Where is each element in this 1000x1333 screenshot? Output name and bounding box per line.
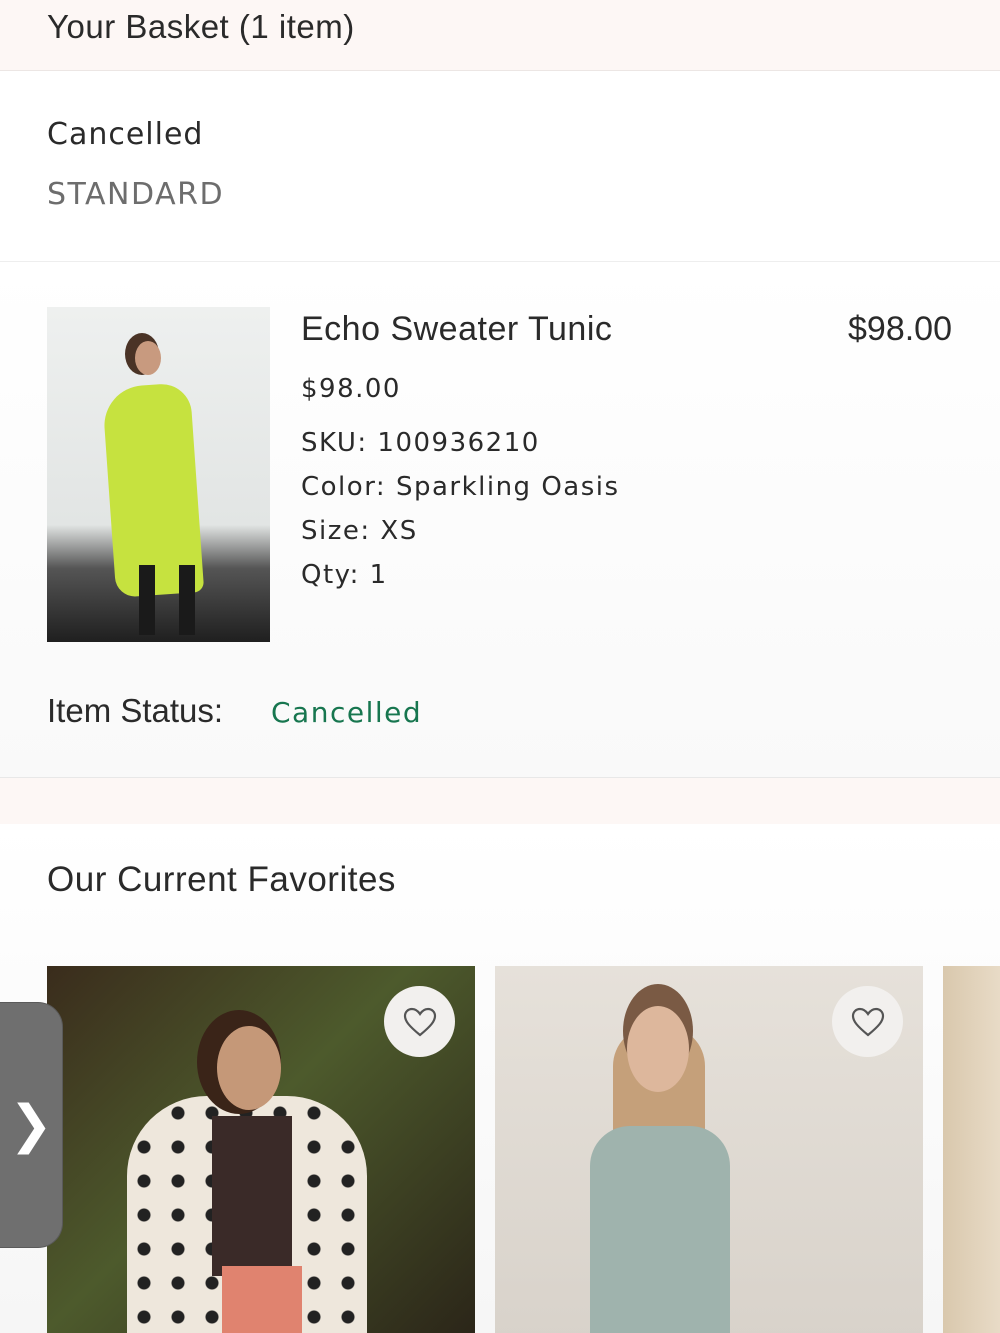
model-shorts (222, 1266, 302, 1333)
product-qty: Qty: 1 (301, 560, 388, 590)
shipment-status: Cancelled (47, 117, 204, 152)
shipping-method: STANDARD (47, 177, 225, 212)
model-dress (590, 1126, 730, 1333)
expand-tab-button[interactable]: ❯ (0, 1003, 62, 1247)
product-color: Color: Sparkling Oasis (301, 472, 620, 502)
product-size: Size: XS (301, 516, 418, 546)
item-status-label: Item Status: (47, 692, 224, 729)
chevron-right-icon: ❯ (9, 1095, 53, 1155)
model-top (212, 1116, 292, 1276)
line-total: $98.00 (848, 310, 952, 348)
model-leg (139, 565, 155, 635)
wishlist-button[interactable] (384, 986, 455, 1057)
product-name[interactable]: Echo Sweater Tunic (301, 310, 612, 349)
model-head (135, 341, 161, 375)
heart-icon (851, 1007, 884, 1036)
product-sku: SKU: 100936210 (301, 428, 540, 458)
product-image[interactable] (47, 307, 270, 642)
basket-item: Echo Sweater Tunic $98.00 $98.00 SKU: 10… (0, 262, 1000, 778)
basket-header: Your Basket (1 item) (0, 0, 1000, 71)
favorite-product-card[interactable] (943, 966, 1000, 1333)
heart-icon (403, 1007, 436, 1036)
favorite-product-card[interactable] (495, 966, 923, 1333)
model-head (627, 1006, 689, 1092)
item-status-value: Cancelled (271, 696, 423, 729)
favorite-product-card[interactable] (47, 966, 475, 1333)
shipment-section: Cancelled STANDARD (0, 71, 1000, 262)
model-leg (179, 565, 195, 635)
favorites-heading: Our Current Favorites (47, 860, 396, 899)
wishlist-button[interactable] (832, 986, 903, 1057)
basket-title: Your Basket (1 item) (47, 8, 355, 45)
unit-price: $98.00 (301, 374, 401, 404)
model-head (217, 1026, 281, 1110)
favorites-section: Our Current Favorites (0, 824, 1000, 1333)
section-divider (0, 778, 1000, 824)
